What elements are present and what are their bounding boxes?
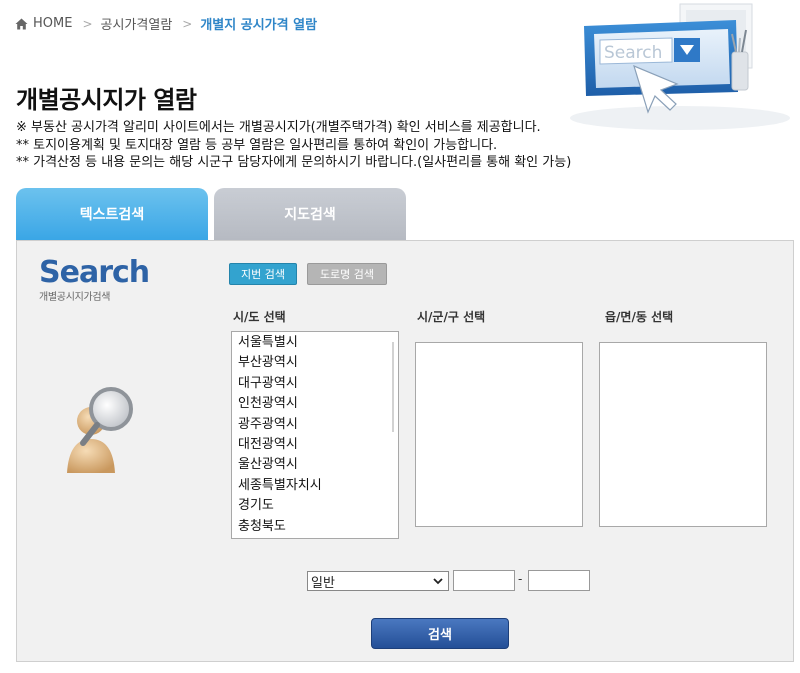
tab-text-search[interactable]: 텍스트검색 — [16, 188, 208, 240]
sigungu-listbox[interactable] — [415, 342, 583, 527]
sido-option[interactable]: 서울특별시 — [232, 333, 398, 353]
user-magnifier-icon — [67, 387, 133, 473]
search-logo-subtitle: 개별공시지가검색 — [39, 292, 111, 303]
sido-option[interactable]: 세종특별자치시 — [232, 476, 398, 496]
search-monitor-illustration: Search — [570, 3, 790, 130]
road-name-search-tab[interactable]: 도로명 검색 — [307, 263, 387, 285]
chevron-down-icon — [433, 578, 443, 585]
notice-list: ※ 부동산 공시가격 알리미 사이트에서는 개별공시지가(개별주택가격) 확인 … — [16, 119, 571, 172]
lot-main-number-input[interactable] — [453, 570, 515, 591]
notice-item: ※ 부동산 공시가격 알리미 사이트에서는 개별공시지가(개별주택가격) 확인 … — [16, 120, 541, 135]
sido-option[interactable]: 부산광역시 — [232, 353, 398, 373]
tab-map-search[interactable]: 지도검색 — [214, 188, 406, 240]
breadcrumb: HOME > 공시가격열람 > 개별지 공시가격 열람 — [15, 14, 317, 33]
sido-option[interactable]: 인천광역시 — [232, 394, 398, 414]
sido-option[interactable]: 경기도 — [232, 496, 398, 516]
sido-label: 시/도 선택 — [233, 310, 286, 324]
sido-option[interactable]: 대구광역시 — [232, 374, 398, 394]
sido-scrollbar[interactable] — [392, 342, 394, 432]
land-type-select[interactable]: 일반 — [307, 571, 449, 591]
search-button[interactable]: 검색 — [371, 618, 509, 649]
sigungu-label: 시/군/구 선택 — [417, 310, 486, 324]
home-icon — [15, 18, 28, 29]
lot-number-dash: - — [518, 572, 523, 586]
breadcrumb-home-link[interactable]: HOME — [33, 16, 72, 31]
search-panel: Search 개별공시지가검색 지번 검색 도로명 검색 시/도 선택 시/군/… — [16, 240, 794, 662]
sido-option[interactable]: 광주광역시 — [232, 415, 398, 435]
search-logo: Search 개별공시지가검색 — [39, 255, 150, 303]
sido-listbox[interactable]: 서울특별시 부산광역시 대구광역시 인천광역시 광주광역시 대전광역시 울산광역… — [231, 331, 399, 539]
page-title: 개별공시지가 열람 — [16, 86, 197, 114]
sido-option[interactable]: 충청북도 — [232, 517, 398, 537]
lot-sub-number-input[interactable] — [528, 570, 590, 591]
notice-item: ** 토지이용계획 및 토지대장 열람 등 공부 열람은 일사편리를 통하여 확… — [16, 137, 498, 153]
hero-search-text: Search — [604, 43, 662, 63]
land-type-value: 일반 — [311, 575, 335, 591]
notice-item: ** 가격산정 등 내용 문의는 해당 시군구 담당자에게 문의하시기 바랍니다… — [16, 155, 572, 170]
sido-option[interactable]: 대전광역시 — [232, 435, 398, 455]
search-logo-word: Search — [39, 255, 150, 290]
jibun-search-tab[interactable]: 지번 검색 — [229, 263, 297, 285]
sido-option[interactable]: 울산광역시 — [232, 455, 398, 475]
breadcrumb-separator-icon: > — [182, 16, 193, 31]
breadcrumb-current: 개별지 공시가격 열람 — [200, 18, 318, 33]
breadcrumb-level1-link[interactable]: 공시가격열람 — [101, 14, 173, 33]
dong-listbox[interactable] — [599, 342, 767, 527]
breadcrumb-separator-icon: > — [82, 16, 93, 31]
dong-label: 읍/면/동 선택 — [605, 310, 674, 324]
